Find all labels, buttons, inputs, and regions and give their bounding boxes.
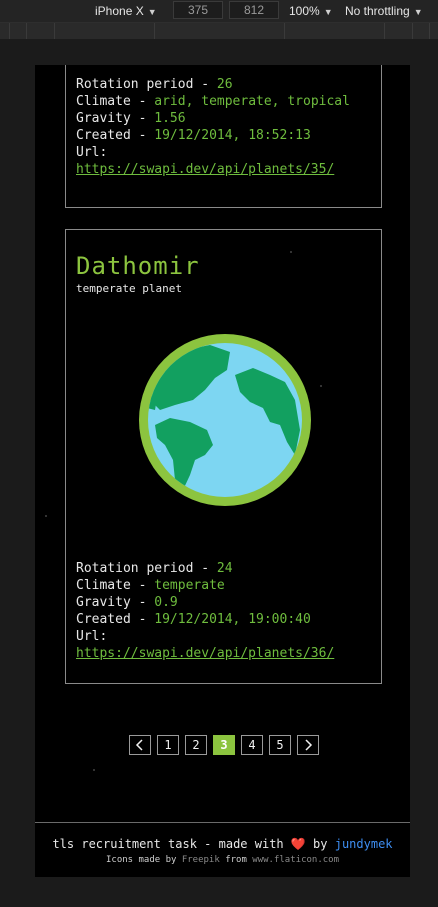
gravity-row: Gravity - 0.9 xyxy=(76,594,334,611)
climate-label: Climate - xyxy=(76,578,155,593)
zoom-select[interactable]: 100% ▼ xyxy=(289,4,333,18)
device-select[interactable]: iPhone X ▼ xyxy=(95,4,157,18)
ruler-segment xyxy=(154,23,285,39)
height-input[interactable]: 812 xyxy=(229,1,279,19)
gravity-label: Gravity - xyxy=(76,111,155,126)
device-name: iPhone X xyxy=(95,4,144,18)
ruler-segment xyxy=(384,23,413,39)
freepik-link[interactable]: Freepik xyxy=(182,855,220,865)
created-row: Created - 19/12/2014, 19:00:40 xyxy=(76,611,334,628)
caret-down-icon: ▼ xyxy=(323,7,333,17)
gravity-value: 0.9 xyxy=(154,595,178,610)
created-label: Created - xyxy=(76,612,155,627)
width-input[interactable]: 375 xyxy=(173,1,223,19)
next-page-button[interactable] xyxy=(297,735,319,755)
url-label: Url: xyxy=(76,629,108,644)
rotation-value: 24 xyxy=(216,561,233,576)
gravity-value: 1.56 xyxy=(154,111,186,126)
ruler-segment xyxy=(26,23,55,39)
flaticon-link[interactable]: www.flaticon.com xyxy=(252,855,339,865)
icons-credit-text: Icons made by xyxy=(105,855,182,865)
planet-info: Rotation period - 24 Climate - temperate… xyxy=(76,560,334,662)
planet-url-link[interactable]: https://swapi.dev/api/planets/36/ xyxy=(76,646,334,661)
planet-url-link[interactable]: https://swapi.dev/api/planets/35/ xyxy=(76,162,334,177)
planet-subtitle: temperate planet xyxy=(76,282,182,295)
ruler-segment xyxy=(284,23,385,39)
caret-down-icon: ▼ xyxy=(413,7,423,17)
climate-row: Climate - temperate xyxy=(76,577,334,594)
caret-down-icon: ▼ xyxy=(147,7,157,17)
climate-value: arid, temperate, tropical xyxy=(154,94,350,109)
planet-info: Rotation period - 26 Climate - arid, tem… xyxy=(76,76,350,178)
rotation-label: Rotation period - xyxy=(76,77,217,92)
ruler-segment xyxy=(9,23,27,39)
footer-by: by xyxy=(305,837,335,851)
footer-text: tls recruitment task - made with xyxy=(52,837,291,851)
planet-card: Dathomir temperate planet Rotation perio… xyxy=(65,229,382,684)
phone-viewport: Rotation period - 26 Climate - arid, tem… xyxy=(35,65,410,877)
rotation-label: Rotation period - xyxy=(76,561,217,576)
chevron-right-icon xyxy=(305,739,313,751)
gravity-label: Gravity - xyxy=(76,595,155,610)
chevron-left-icon xyxy=(135,739,143,751)
star xyxy=(45,515,47,517)
ruler-segment xyxy=(54,23,155,39)
zoom-value: 100% xyxy=(289,4,320,18)
page-button-4[interactable]: 4 xyxy=(241,735,263,755)
heart-icon: ❤️ xyxy=(290,837,306,851)
prev-page-button[interactable] xyxy=(129,735,151,755)
devtools-device-toolbar: iPhone X▼ 375 × 812 100%▼ No throttling▼ xyxy=(0,0,438,23)
star xyxy=(93,769,95,771)
rotation-row: Rotation period - 24 xyxy=(76,560,334,577)
ruler-segment xyxy=(412,23,430,39)
climate-value: temperate xyxy=(154,578,225,593)
gravity-row: Gravity - 1.56 xyxy=(76,110,350,127)
footer-credits: tls recruitment task - made with ❤️ by j… xyxy=(35,837,410,851)
page-button-1[interactable]: 1 xyxy=(157,735,179,755)
footer: tls recruitment task - made with ❤️ by j… xyxy=(35,822,410,877)
planet-globe-icon xyxy=(139,334,311,506)
throttling-select[interactable]: No throttling ▼ xyxy=(345,4,423,18)
icons-credits: Icons made by Freepik from www.flaticon.… xyxy=(35,855,410,865)
throttling-value: No throttling xyxy=(345,4,410,18)
media-query-bar[interactable] xyxy=(0,23,438,39)
page-button-2[interactable]: 2 xyxy=(185,735,207,755)
created-value: 19/12/2014, 19:00:40 xyxy=(154,612,311,627)
page-button-3-active[interactable]: 3 xyxy=(213,735,235,755)
page-button-5[interactable]: 5 xyxy=(269,735,291,755)
planet-name: Dathomir xyxy=(76,252,200,280)
rotation-value: 26 xyxy=(216,77,233,92)
planet-card: Rotation period - 26 Climate - arid, tem… xyxy=(65,65,382,208)
author-link[interactable]: jundymek xyxy=(335,837,393,851)
created-row: Created - 19/12/2014, 18:52:13 xyxy=(76,127,350,144)
rotation-row: Rotation period - 26 xyxy=(76,76,350,93)
icons-from-text: from xyxy=(219,855,253,865)
climate-row: Climate - arid, temperate, tropical xyxy=(76,93,350,110)
url-label: Url: xyxy=(76,145,108,160)
created-label: Created - xyxy=(76,128,155,143)
climate-label: Climate - xyxy=(76,94,155,109)
created-value: 19/12/2014, 18:52:13 xyxy=(154,128,311,143)
